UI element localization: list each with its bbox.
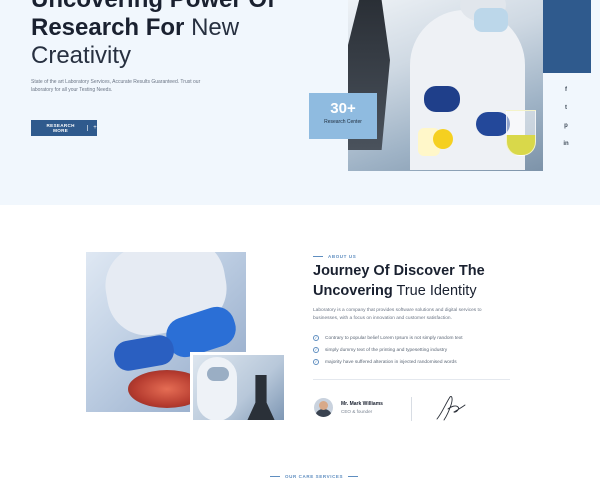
avatar: [314, 398, 333, 417]
hero-section: Uncovering Power Of Research For New Cre…: [0, 0, 600, 205]
hero-title: Uncovering Power Of Research For New Cre…: [31, 0, 331, 70]
avatar-face: [319, 401, 328, 410]
accent-block: [543, 0, 591, 73]
eyebrow-line: [348, 476, 359, 477]
research-more-button[interactable]: RESEARCH MORE +: [31, 120, 97, 136]
hero-title-thin: New: [184, 14, 240, 41]
about-title-bold: Uncovering: [313, 283, 393, 299]
check-item: ✓ majority have suffered alteration in i…: [313, 359, 457, 365]
about-eyebrow-label: ABOUT US: [328, 254, 357, 259]
eyebrow-line: [313, 256, 323, 257]
glove-shape: [476, 112, 510, 136]
button-separator: [87, 125, 89, 131]
linkedin-icon[interactable]: in: [561, 139, 571, 149]
check-icon: ✓: [313, 359, 319, 365]
hero-title-line-2: Research For New: [31, 14, 331, 42]
badge-label: Research Center: [324, 119, 362, 125]
microscope-shape: [247, 375, 275, 420]
check-text: majority have suffered alteration in inj…: [325, 359, 457, 365]
check-text: Contrary to popular belief Lorem Ipsum i…: [325, 335, 463, 341]
hero-title-bold: Research For: [31, 14, 185, 41]
person-role: CEO & founder: [341, 409, 373, 414]
divider: [313, 379, 510, 380]
hero-scientist-image: [348, 0, 543, 171]
dish-shape: [433, 129, 453, 149]
signature-image: [436, 396, 466, 421]
check-icon: ✓: [313, 335, 319, 341]
check-text: simply dummy text of the printing and ty…: [325, 347, 448, 353]
mask-shape: [474, 8, 508, 32]
about-title-thin: True Identity: [392, 283, 477, 299]
plus-icon: +: [93, 125, 97, 131]
badge-number: 30+: [330, 100, 356, 117]
glove-shape: [424, 86, 460, 112]
about-eyebrow: ABOUT US: [313, 254, 356, 259]
pinterest-icon[interactable]: p: [561, 121, 571, 131]
about-scientist-image: [190, 352, 287, 423]
services-eyebrow-label: OUR CARE SERVICES: [285, 474, 344, 479]
vertical-divider: [411, 397, 412, 421]
services-eyebrow: OUR CARE SERVICES: [270, 474, 359, 479]
visor-shape: [207, 367, 229, 381]
check-icon: ✓: [313, 347, 319, 353]
glove-shape: [111, 333, 177, 373]
about-description: Laboratory is a company that provides so…: [313, 308, 482, 321]
flask-shape: [506, 110, 536, 156]
hero-title-line-1: Uncovering Power Of: [31, 0, 331, 14]
eyebrow-line: [270, 476, 280, 477]
hero-description: State of the art Laboratory Services, Ac…: [31, 79, 201, 93]
research-center-badge: 30+ Research Center: [309, 93, 377, 139]
check-item: ✓ simply dummy text of the printing and …: [313, 347, 447, 353]
person-name: Mr. Mark Williams: [341, 401, 383, 407]
hero-title-line-3: Creativity: [31, 42, 132, 69]
check-item: ✓ Contrary to popular belief Lorem Ipsum…: [313, 335, 463, 341]
facebook-icon[interactable]: f: [561, 85, 571, 95]
about-title: Journey Of Discover The Uncovering True …: [313, 261, 513, 301]
about-title-line-1: Journey Of Discover The: [313, 263, 485, 279]
avatar-body: [315, 409, 332, 417]
research-more-label: RESEARCH MORE: [46, 123, 75, 133]
twitter-icon[interactable]: t: [561, 103, 571, 113]
